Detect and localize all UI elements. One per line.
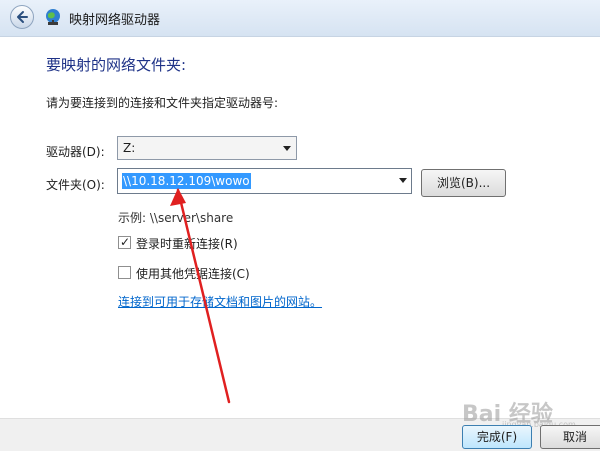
title-bar: 映射网络驱动器 bbox=[0, 0, 600, 37]
chevron-down-icon[interactable] bbox=[399, 178, 407, 183]
folder-input[interactable]: \\10.18.12.109\wowo bbox=[117, 168, 412, 194]
back-arrow-icon bbox=[17, 11, 28, 23]
reconnect-checkbox[interactable]: ✓ bbox=[118, 235, 131, 249]
folder-value: \\10.18.12.109\wowo bbox=[122, 173, 251, 189]
drive-value: Z: bbox=[123, 141, 136, 155]
chevron-down-icon bbox=[283, 146, 291, 151]
example-text: 示例: \\server\share bbox=[118, 211, 234, 225]
back-button[interactable] bbox=[10, 5, 34, 29]
watermark: Bai 经验 jingyan.baidu.com bbox=[462, 394, 576, 429]
finish-button[interactable]: 完成(F) bbox=[462, 425, 532, 449]
drive-select[interactable]: Z: bbox=[117, 136, 297, 160]
other-credentials-label[interactable]: 使用其他凭据连接(C) bbox=[136, 265, 250, 282]
network-drive-icon bbox=[46, 9, 60, 25]
window-title: 映射网络驱动器 bbox=[69, 13, 161, 28]
drive-label: 驱动器(D): bbox=[46, 145, 105, 159]
folder-label: 文件夹(O): bbox=[46, 178, 105, 192]
storage-website-link[interactable]: 连接到可用于存储文档和图片的网站。 bbox=[118, 293, 322, 310]
browse-button[interactable]: 浏览(B)... bbox=[421, 169, 506, 197]
reconnect-label[interactable]: 登录时重新连接(R) bbox=[136, 235, 238, 252]
instruction-text: 请为要连接到的连接和文件夹指定驱动器号: bbox=[46, 96, 279, 110]
cancel-button[interactable]: 取消 bbox=[540, 425, 600, 449]
checkmark-icon: ✓ bbox=[120, 235, 131, 249]
other-credentials-checkbox[interactable] bbox=[118, 266, 131, 279]
page-heading: 要映射的网络文件夹: bbox=[46, 56, 187, 74]
